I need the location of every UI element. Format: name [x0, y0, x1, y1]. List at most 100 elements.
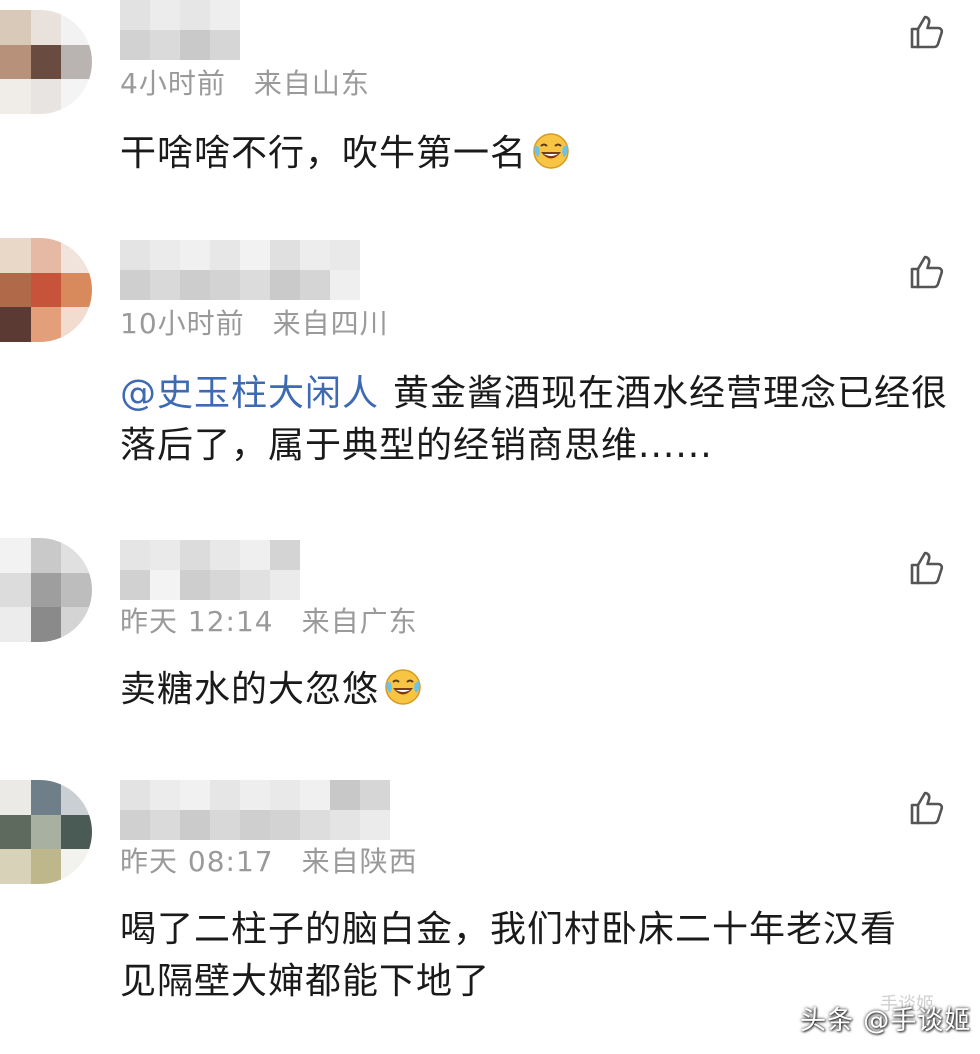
avatar[interactable]: [0, 238, 92, 342]
comment-location: 来自广东: [301, 605, 418, 638]
username-pixel: [150, 240, 180, 270]
avatar-pixel: [0, 307, 31, 342]
avatar-pixel: [30, 238, 62, 273]
username-pixel: [330, 810, 360, 840]
username-pixel: [210, 570, 240, 600]
username-pixel: [180, 570, 210, 600]
comment-location: 来自四川: [272, 307, 389, 340]
avatar-pixel: [30, 44, 62, 80]
username-pixel: [330, 780, 360, 810]
watermark: 头条 @手谈姬: [800, 1006, 972, 1036]
comment-location: 来自山东: [253, 67, 370, 100]
username-pixel: [360, 810, 390, 840]
username-pixel: [240, 570, 270, 600]
avatar-pixel: [61, 272, 92, 308]
username-pixel: [210, 0, 240, 30]
avatar-pixel: [61, 572, 92, 608]
comment-time: 10小时前: [120, 307, 245, 340]
comment-text: 卖糖水的大忽悠: [120, 664, 950, 716]
username-pixel: [120, 540, 150, 570]
username-pixel: [300, 810, 330, 840]
avatar-pixel: [61, 307, 92, 342]
avatar-pixel: [61, 780, 92, 815]
avatar-pixel: [61, 238, 92, 273]
username-pixel: [270, 570, 300, 600]
avatar-pixel: [30, 780, 62, 815]
username-pixel: [120, 0, 150, 30]
username-pixel: [180, 780, 210, 810]
username-pixel: [300, 780, 330, 810]
username-pixel: [150, 30, 180, 60]
username-pixel: [150, 270, 180, 300]
like-icon[interactable]: [906, 252, 946, 292]
comment-meta: 昨天 08:17 来自陕西: [120, 840, 418, 880]
username-pixel: [270, 780, 300, 810]
comment-text: 喝了二柱子的脑白金，我们村卧床二十年老汉看见隔壁大婶都能下地了: [120, 909, 898, 1002]
username-pixel: [120, 570, 150, 600]
avatar-pixel: [30, 79, 62, 114]
username-pixel: [270, 540, 300, 570]
comment-meta: 4小时前 来自山东: [120, 62, 370, 102]
username-pixel: [120, 810, 150, 840]
comment-time: 4小时前: [120, 67, 226, 100]
avatar-pixel: [61, 10, 92, 45]
avatar-pixel: [61, 79, 92, 114]
like-icon[interactable]: [906, 548, 946, 588]
laughing-crying-emoji-icon: [383, 667, 423, 707]
like-icon[interactable]: [906, 12, 946, 52]
avatar-pixel: [30, 10, 62, 45]
avatar-pixel: [0, 849, 31, 884]
avatar-pixel: [30, 607, 62, 642]
username-pixel: [330, 240, 360, 270]
comment-text: 干啥啥不行，吹牛第一名: [120, 128, 950, 180]
username-pixel: [150, 540, 180, 570]
comment-location: 来自陕西: [301, 845, 418, 878]
mention-link[interactable]: @史玉柱大闲人: [120, 373, 379, 414]
avatar-pixel: [0, 10, 31, 45]
avatar-pixel: [30, 814, 62, 850]
username-pixel: [180, 30, 210, 60]
avatar-pixel: [61, 814, 92, 850]
avatar-pixel: [0, 44, 31, 80]
username-pixel: [240, 540, 270, 570]
avatar[interactable]: [0, 780, 92, 884]
username-pixel: [150, 570, 180, 600]
username-pixel: [240, 270, 270, 300]
username-pixel: [270, 240, 300, 270]
avatar[interactable]: [0, 538, 92, 642]
username-blurred[interactable]: [120, 0, 240, 60]
username-pixel: [300, 270, 330, 300]
avatar-pixel: [0, 79, 31, 114]
avatar-pixel: [61, 607, 92, 642]
avatar-pixel: [0, 238, 31, 273]
avatar-pixel: [0, 814, 31, 850]
username-pixel: [150, 810, 180, 840]
username-pixel: [270, 270, 300, 300]
username-pixel: [330, 270, 360, 300]
avatar-pixel: [61, 538, 92, 573]
username-blurred[interactable]: [120, 780, 390, 840]
username-pixel: [150, 0, 180, 30]
comment-meta: 昨天 12:14 来自广东: [120, 600, 418, 640]
username-pixel: [240, 810, 270, 840]
username-pixel: [210, 810, 240, 840]
avatar[interactable]: [0, 10, 92, 114]
avatar-pixel: [0, 572, 31, 608]
avatar-pixel: [30, 272, 62, 308]
username-blurred[interactable]: [120, 540, 300, 600]
avatar-pixel: [30, 849, 62, 884]
username-pixel: [240, 780, 270, 810]
username-pixel: [210, 780, 240, 810]
username-pixel: [180, 240, 210, 270]
avatar-pixel: [30, 572, 62, 608]
username-pixel: [210, 30, 240, 60]
username-pixel: [120, 780, 150, 810]
username-pixel: [300, 240, 330, 270]
like-icon[interactable]: [906, 788, 946, 828]
avatar-pixel: [30, 538, 62, 573]
username-pixel: [180, 0, 210, 30]
username-pixel: [180, 810, 210, 840]
username-blurred[interactable]: [120, 240, 360, 300]
laughing-crying-emoji-icon: [531, 131, 571, 171]
username-pixel: [120, 270, 150, 300]
